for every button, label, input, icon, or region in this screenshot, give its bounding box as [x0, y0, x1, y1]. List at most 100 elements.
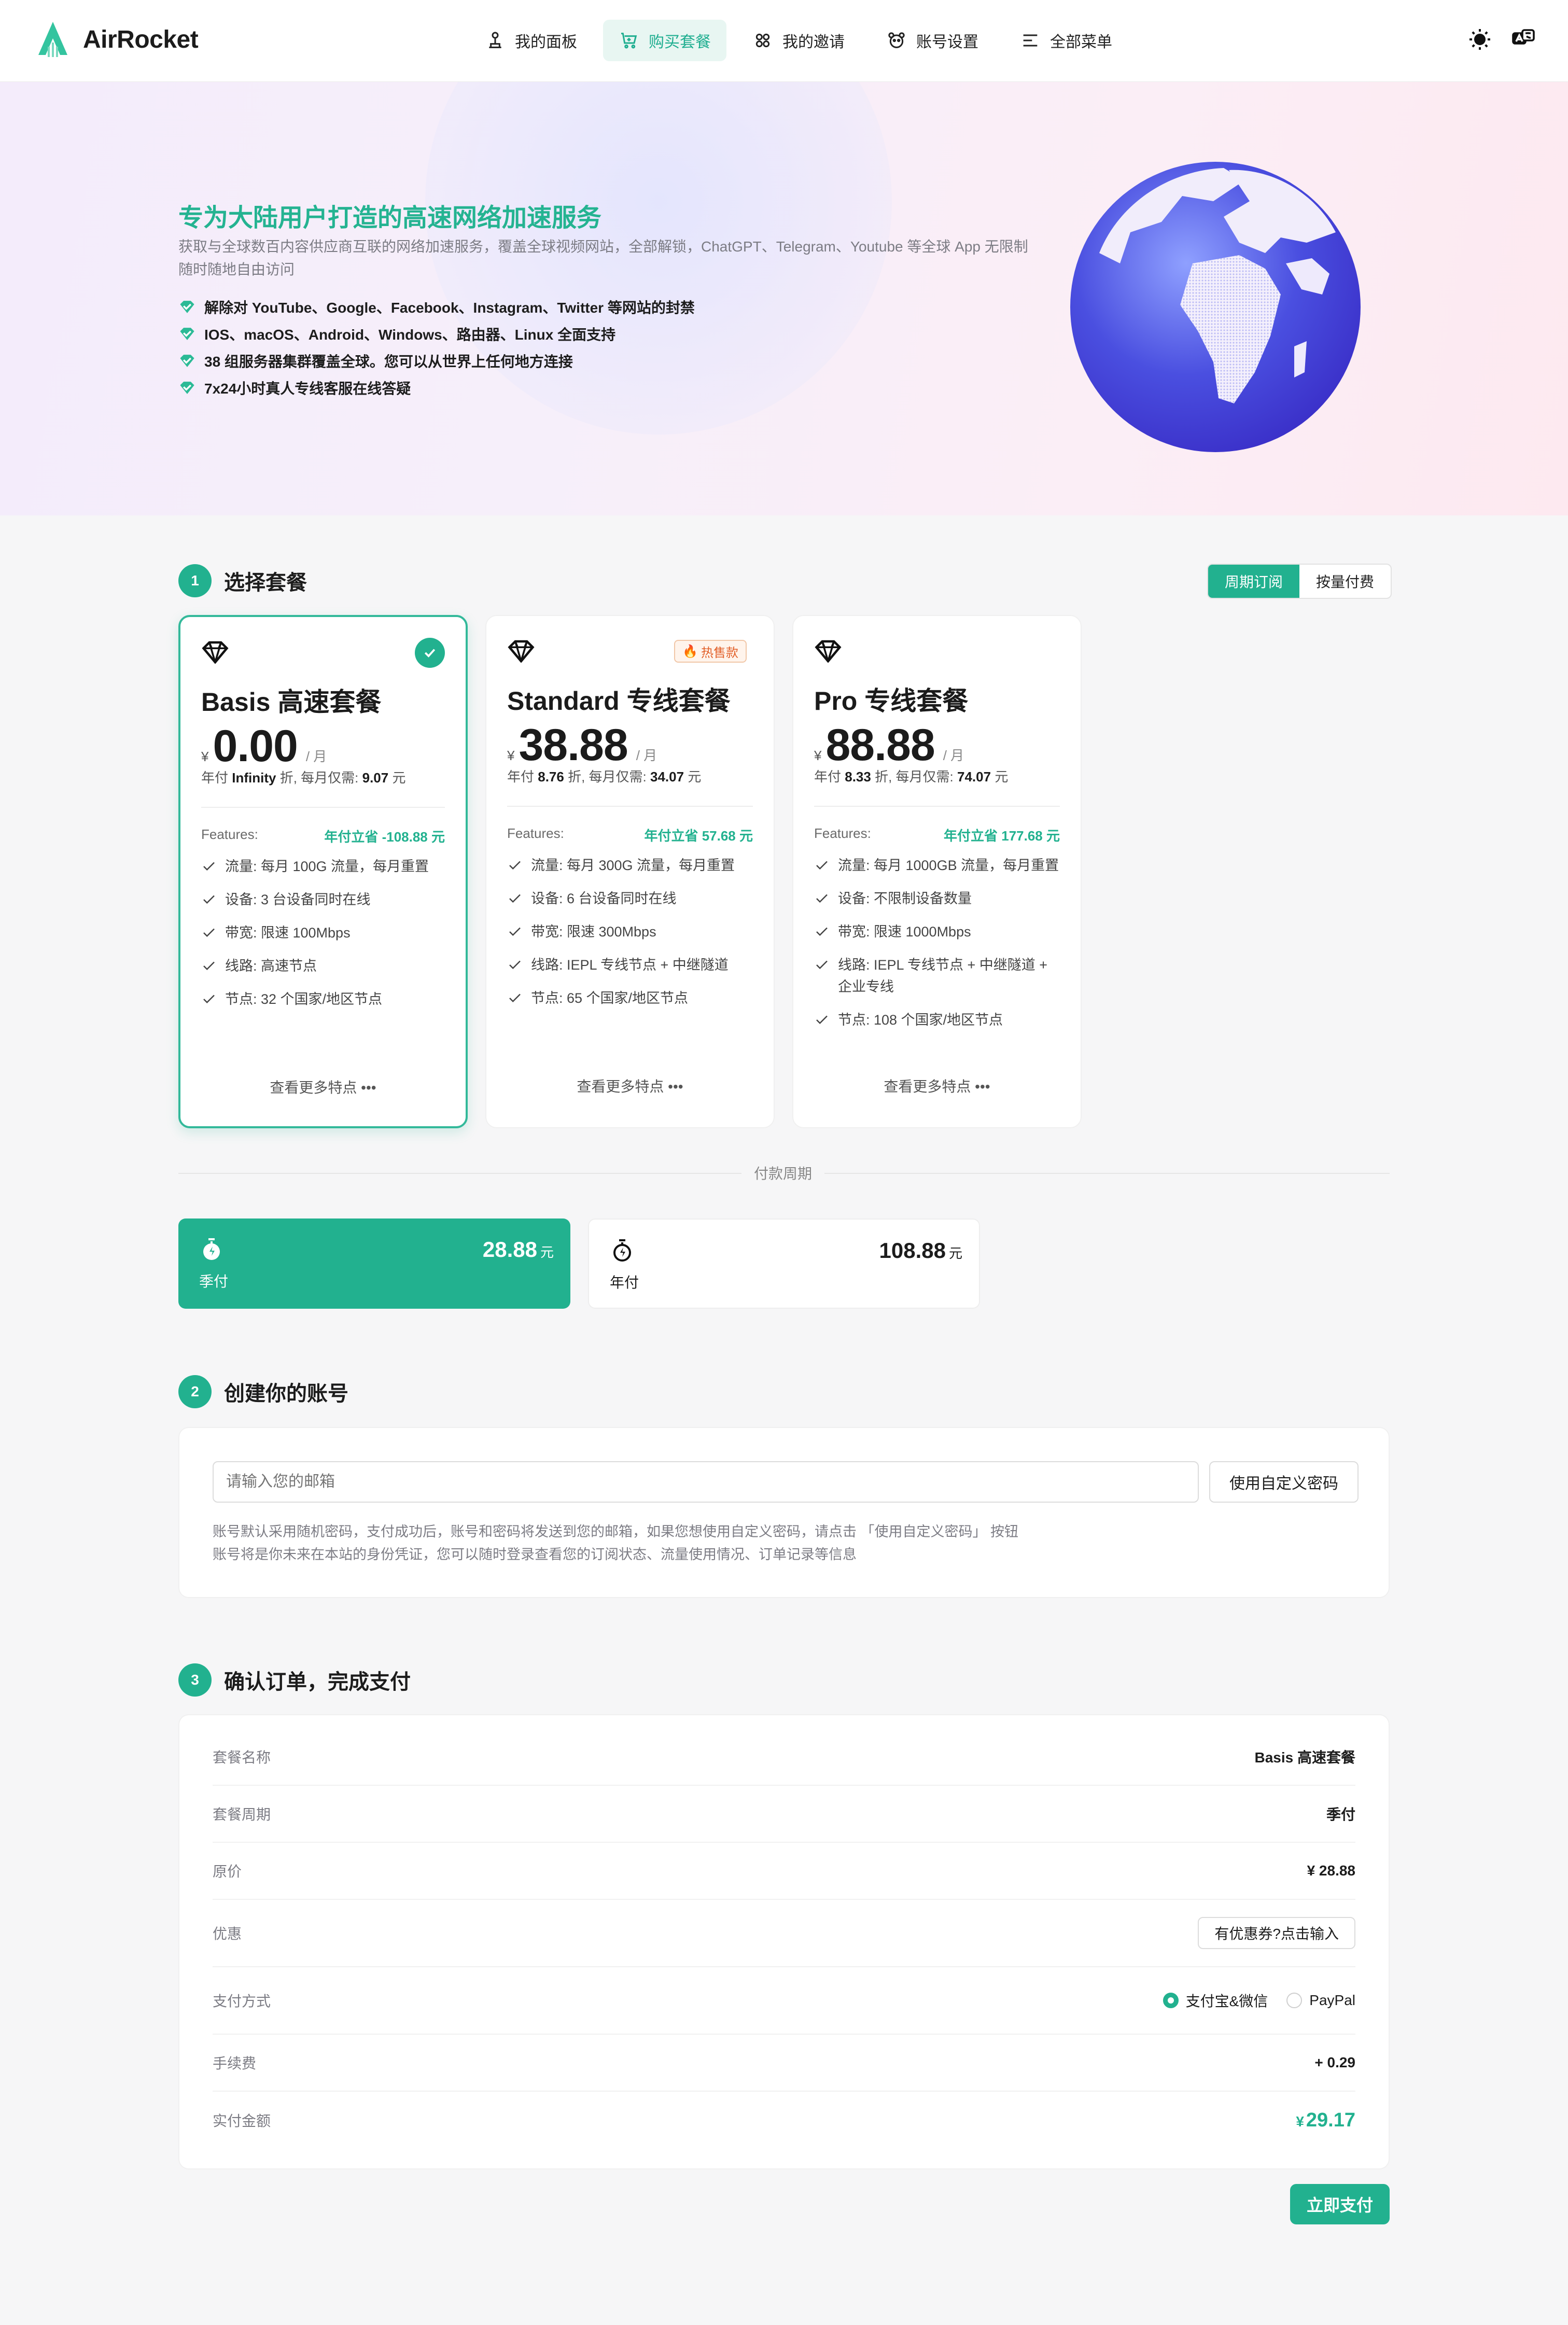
account-hint: 账号将是你未来在本站的身份凭证，您可以随时登录查看您的订阅状态、流量使用情况、订… — [213, 1547, 857, 1562]
feature-item: 节点: 108 个国家/地区节点 — [814, 1009, 1060, 1031]
language-icon[interactable] — [1511, 27, 1536, 52]
plan-card-basis[interactable]: Basis 高速套餐 ¥ 0.00 / 月 年付 Infinity 折, 每月仅… — [178, 615, 468, 1128]
row-value: + 0.29 — [1314, 2054, 1355, 2070]
hero-subtitle: 获取与全球数百内容供应商互联的网络加速服务，覆盖全球视频网站，全部解锁，Chat… — [178, 239, 1028, 277]
check-icon — [509, 993, 521, 1003]
feature-list: 流量: 每月 300G 流量，每月重置 设备: 6 台设备同时在线 带宽: 限速… — [507, 855, 753, 1020]
account-panel: 使用自定义密码 账号默认采用随机密码，支付成功后，账号和密码将发送到您的邮箱，如… — [178, 1427, 1390, 1598]
plan-card-standard[interactable]: 🔥 热售款 Standard 专线套餐 ¥ 38.88 / 月 年付 8.76 折… — [485, 615, 775, 1128]
feature-item: 带宽: 限速 1000Mbps — [814, 921, 1060, 943]
diamond-check-icon — [180, 328, 194, 340]
divider — [201, 807, 445, 808]
step-title: 选择套餐 — [224, 571, 307, 594]
hero-feature-text: 38 组服务器集群覆盖全球。您可以从世界上任何地方连接 — [204, 354, 573, 370]
period-label: 季付 — [199, 1273, 229, 1290]
see-more-features-link[interactable]: 查看更多特点 ••• — [793, 1075, 1081, 1096]
nav-account-settings[interactable]: 账号设置 — [871, 20, 994, 61]
hero-feature: 解除对 YouTube、Google、Facebook、Instagram、Tw… — [178, 293, 695, 320]
period-option-quarterly[interactable]: 季付 28.88 元 — [178, 1218, 570, 1309]
nav-label: 账号设置 — [916, 34, 978, 51]
row-label: 支付方式 — [213, 1993, 271, 2009]
hero-banner: 专为大陆用户打造的高速网络加速服务 获取与全球数百内容供应商互联的网络加速服务，… — [0, 82, 1568, 515]
order-row-period: 套餐周期 季付 — [213, 1786, 1355, 1843]
plan-card-pro[interactable]: Pro 专线套餐 ¥ 88.88 / 月 年付 8.33 折, 每月仅需: 74… — [792, 615, 1082, 1128]
price-period: / 月 — [305, 749, 327, 764]
payment-method-group: 支付宝&微信 PayPal — [1163, 1990, 1355, 2011]
check-icon — [509, 894, 521, 903]
top-navigation-bar: AirRocket 我的面板 购买套餐 我的邀请 账号设置 全部菜单 — [0, 0, 1568, 82]
nav-dashboard[interactable]: 我的面板 — [469, 20, 593, 61]
order-row-plan-name: 套餐名称 Basis 高速套餐 — [213, 1729, 1355, 1786]
feature-item: 设备: 6 台设备同时在线 — [507, 888, 753, 909]
check-icon — [816, 894, 828, 903]
coupon-button[interactable]: 有优惠券?点击输入 — [1198, 1917, 1355, 1949]
feature-item: 线路: IEPL 专线节点 + 中继隧道 — [507, 954, 753, 976]
invite-icon — [755, 33, 770, 48]
radio-unselected — [1286, 1993, 1303, 2008]
feature-item: 带宽: 限速 100Mbps — [201, 922, 445, 944]
order-row-discount: 优惠 有优惠券?点击输入 — [213, 1900, 1355, 1967]
price-value: 0.00 — [213, 721, 298, 771]
nav-buy-plan[interactable]: 购买套餐 — [603, 20, 726, 61]
row-label: 优惠 — [213, 1926, 242, 1942]
features-label: Features: — [507, 825, 564, 841]
brand-logo[interactable]: AirRocket — [34, 20, 199, 59]
step-number: 1 — [178, 564, 212, 597]
currency-symbol: ¥ — [814, 748, 822, 763]
see-more-features-link[interactable]: 查看更多特点 ••• — [486, 1075, 774, 1096]
password-hint: 账号默认采用随机密码，支付成功后，账号和密码将发送到您的邮箱，如果您想使用自定义… — [213, 1524, 1019, 1539]
step-number: 3 — [178, 1663, 212, 1697]
theme-toggle-icon[interactable] — [1467, 27, 1492, 52]
feature-item: 流量: 每月 100G 流量，每月重置 — [201, 856, 445, 877]
check-icon — [203, 862, 215, 871]
divider — [507, 806, 753, 807]
rocket-logo-icon — [38, 22, 67, 57]
feature-item: 节点: 32 个国家/地区节点 — [201, 988, 445, 1010]
pay-as-you-go-tab[interactable]: 按量付费 — [1299, 565, 1391, 598]
yearly-saving: 年付立省 177.68 元 — [944, 828, 1060, 844]
period-price: 108.88 元 — [879, 1238, 962, 1263]
period-label: 年付 — [610, 1274, 639, 1291]
row-label: 实付金额 — [213, 2113, 271, 2129]
nav-label: 我的面板 — [515, 34, 577, 51]
yearly-saving: 年付立省 57.68 元 — [644, 828, 753, 844]
payment-paypal-radio[interactable]: PayPal — [1286, 1992, 1355, 2009]
yearly-discount-note: 年付 8.33 折, 每月仅需: 74.07 元 — [814, 769, 1009, 785]
check-icon — [816, 1015, 828, 1025]
see-more-features-link[interactable]: 查看更多特点 ••• — [180, 1076, 466, 1097]
top-actions — [1467, 27, 1536, 52]
check-icon — [203, 895, 215, 904]
currency-symbol: ¥ — [507, 748, 515, 763]
order-row-original-price: 原价 ¥ 28.88 — [213, 1843, 1355, 1900]
custom-password-button[interactable]: 使用自定义密码 — [1209, 1461, 1359, 1503]
period-price: 28.88 元 — [482, 1237, 554, 1262]
plan-price: ¥ 0.00 / 月 — [201, 721, 327, 772]
email-input[interactable] — [213, 1461, 1199, 1503]
diamond-icon — [202, 641, 229, 664]
pay-now-button[interactable]: 立即支付 — [1290, 2184, 1390, 2224]
hero-feature-text: 解除对 YouTube、Google、Facebook、Instagram、Tw… — [204, 300, 695, 316]
nav-invite[interactable]: 我的邀请 — [737, 20, 860, 61]
periodic-subscription-tab[interactable]: 周期订阅 — [1208, 565, 1300, 598]
plan-price: ¥ 88.88 / 月 — [814, 720, 964, 771]
account-icon — [888, 32, 905, 48]
feature-list: 流量: 每月 100G 流量，每月重置 设备: 3 台设备同时在线 带宽: 限速… — [201, 856, 445, 1021]
features-header: Features: 年付立省 177.68 元 — [814, 825, 1060, 845]
nav-all-menu[interactable]: 全部菜单 — [1004, 20, 1128, 61]
payment-alipay-wechat-radio[interactable]: 支付宝&微信 — [1163, 1990, 1268, 2011]
step-title: 确认订单，完成支付 — [224, 1671, 411, 1693]
feature-item: 线路: 高速节点 — [201, 955, 445, 977]
row-value: 季付 — [1326, 1806, 1355, 1823]
divider — [814, 806, 1060, 807]
features-header: Features: 年付立省 57.68 元 — [507, 825, 753, 845]
yearly-saving: 年付立省 -108.88 元 — [324, 829, 445, 845]
selected-check-icon — [415, 638, 445, 668]
period-option-yearly[interactable]: 年付 108.88 元 — [588, 1218, 980, 1309]
fire-icon: 🔥 — [682, 644, 698, 659]
hero-feature: 7x24小时真人专线客服在线答疑 — [178, 374, 695, 401]
brand-name: AirRocket — [83, 25, 199, 53]
order-row-payment-method: 支付方式 支付宝&微信 PayPal — [213, 1967, 1355, 2035]
features-header: Features: 年付立省 -108.88 元 — [201, 827, 445, 846]
hero-feature: IOS、macOS、Android、Windows、路由器、Linux 全面支持 — [178, 320, 695, 347]
row-label: 手续费 — [213, 2055, 257, 2071]
